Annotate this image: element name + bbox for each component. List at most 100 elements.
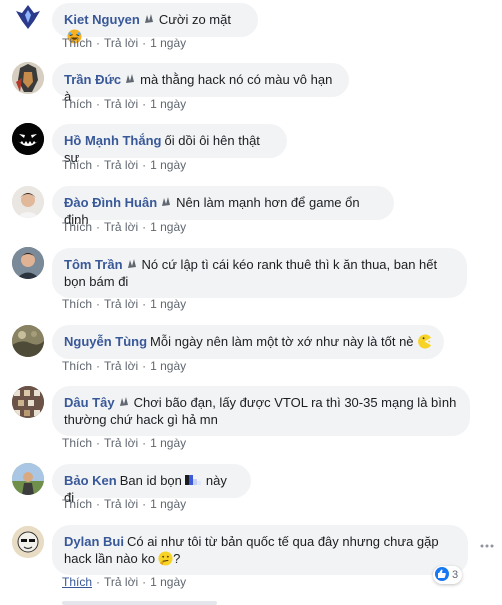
- comment-text: Nó cứ lập tì cái kéo rank thuê thì k ăn …: [141, 257, 438, 272]
- comment-bubble: Trần Đức mà thằng hack nó có màu vô hạn à: [52, 63, 349, 104]
- more-options-icon[interactable]: [480, 544, 494, 548]
- comment-time[interactable]: 1 ngày: [150, 97, 186, 111]
- separator: ·: [96, 36, 101, 50]
- like-link[interactable]: Thích: [62, 436, 92, 450]
- comment-actions: Thích · Trả lời · 1 ngày: [62, 97, 186, 111]
- separator: ·: [96, 359, 101, 373]
- separator: ·: [96, 297, 101, 311]
- reply-link[interactable]: Trả lời: [104, 575, 138, 589]
- reaction-count: 3: [452, 569, 459, 581]
- reply-link[interactable]: Trả lời: [104, 297, 138, 311]
- separator: ·: [96, 497, 101, 511]
- separator: ·: [96, 436, 101, 450]
- reply-link[interactable]: Trả lời: [104, 359, 138, 373]
- comment-bubble: Nguyễn Tùng Mỗi ngày nên làm một tờ xớ nh…: [52, 325, 444, 359]
- separator: ·: [142, 436, 147, 450]
- like-link[interactable]: Thích: [62, 220, 92, 234]
- comment-author-link[interactable]: Tôm Trần: [64, 257, 123, 272]
- fan-badge-icon: [119, 397, 128, 406]
- thinking-emoji-icon: [158, 551, 173, 566]
- comment-text: hack lần nào ko: [64, 551, 156, 566]
- comment-text: Có ai như tôi từ bản quốc tế qua đây như…: [126, 534, 439, 549]
- avatar[interactable]: [12, 123, 44, 155]
- reply-link[interactable]: Trả lời: [104, 36, 138, 50]
- avatar[interactable]: [12, 247, 44, 279]
- comment-actions: Thích · Trả lời · 1 ngày: [62, 359, 186, 373]
- comment-text: Mỗi ngày nên làm một tờ xớ như này là tố…: [150, 334, 414, 349]
- separator: ·: [142, 297, 147, 311]
- separator: ·: [142, 158, 147, 172]
- comment-time[interactable]: 1 ngày: [150, 436, 186, 450]
- reply-link[interactable]: Trả lời: [104, 220, 138, 234]
- comment-actions: Thích · Trả lời · 1 ngày: [62, 36, 186, 50]
- comment-bubble: Kiet Nguyen Cười zo mặt: [52, 3, 258, 44]
- comment-actions: Thích · Trả lời · 1 ngày: [62, 158, 186, 172]
- comment-actions: Thích · Trả lời · 1 ngày: [62, 220, 186, 234]
- comment-time[interactable]: 1 ngày: [150, 158, 186, 172]
- comment-author-link[interactable]: Trần Đức: [64, 72, 121, 87]
- separator: ·: [142, 220, 147, 234]
- comment-time[interactable]: 1 ngày: [150, 497, 186, 511]
- avatar[interactable]: [12, 62, 44, 94]
- reply-link[interactable]: Trả lời: [104, 497, 138, 511]
- like-link[interactable]: Thích: [62, 497, 92, 511]
- like-link[interactable]: Thích: [62, 297, 92, 311]
- like-link[interactable]: Thích: [62, 158, 92, 172]
- comment-text: thường chứ hack gì hả mn: [64, 412, 218, 427]
- comment-bubble: Bảo Ken Ban id bọn này đi: [52, 464, 251, 505]
- comment-author-link[interactable]: Nguyễn Tùng: [64, 334, 147, 349]
- reply-link[interactable]: Trả lời: [104, 158, 138, 172]
- comment-bubble: Tôm Trần Nó cứ lập tì cái kéo rank thuê t…: [52, 248, 467, 298]
- separator: ·: [142, 97, 147, 111]
- avatar[interactable]: [12, 386, 44, 418]
- avatar[interactable]: [12, 463, 44, 495]
- comment-text: Chơi bão đạn, lấy được VTOL ra thì 30-35…: [133, 395, 457, 410]
- comment-bubble: Dylan Bui Có ai như tôi từ bản quốc tế qu…: [52, 525, 468, 575]
- fan-badge-icon: [127, 259, 136, 268]
- comment-bubble: Đào Đình Huân Nên làm mạnh hơn để game ổn…: [52, 186, 394, 227]
- comment-author-link[interactable]: Dylan Bui: [64, 534, 124, 549]
- separator: ·: [96, 220, 101, 234]
- separator: ·: [142, 36, 147, 50]
- separator: ·: [142, 575, 147, 589]
- separator: ·: [142, 497, 147, 511]
- separator: ·: [96, 158, 101, 172]
- fan-badge-icon: [126, 74, 135, 83]
- separator: ·: [96, 575, 101, 589]
- like-link[interactable]: Thích: [62, 36, 92, 50]
- pacman-emoji-icon: [417, 334, 431, 349]
- avatar[interactable]: [12, 325, 44, 357]
- reaction-count-badge[interactable]: 3: [433, 566, 463, 584]
- comment-bubble: Dâu Tây Chơi bão đạn, lấy được VTOL ra th…: [52, 386, 470, 436]
- comment-author-link[interactable]: Bảo Ken: [64, 473, 117, 488]
- comment-time[interactable]: 1 ngày: [150, 297, 186, 311]
- comment-time[interactable]: 1 ngày: [150, 359, 186, 373]
- avatar[interactable]: [12, 1, 44, 33]
- comment-text: Ban id bọn: [119, 473, 182, 488]
- avatar[interactable]: [12, 186, 44, 218]
- comment-bubble: Hồ Mạnh Thắng ối dồi ôi hên thật sự: [52, 124, 287, 165]
- comment-text: ?: [173, 551, 181, 566]
- redacted-emoji-icon: [184, 475, 201, 485]
- comment-text: bọn bám đi: [64, 274, 129, 289]
- comment-text: Cười zo mặt: [158, 12, 231, 27]
- comment-actions: Thích · Trả lời · 1 ngày: [62, 497, 186, 511]
- next-comment-placeholder: [62, 601, 217, 605]
- comment-time[interactable]: 1 ngày: [150, 575, 186, 589]
- comment-author-link[interactable]: Đào Đình Huân: [64, 195, 157, 210]
- comment-time[interactable]: 1 ngày: [150, 220, 186, 234]
- avatar[interactable]: [12, 526, 44, 558]
- comment-author-link[interactable]: Dâu Tây: [64, 395, 115, 410]
- like-link[interactable]: Thích: [62, 97, 92, 111]
- comment-author-link[interactable]: Hồ Mạnh Thắng: [64, 133, 162, 148]
- comment-time[interactable]: 1 ngày: [150, 36, 186, 50]
- like-reaction-icon: [435, 567, 449, 581]
- separator: ·: [96, 97, 101, 111]
- comment-actions: Thích · Trả lời · 1 ngày: [62, 575, 186, 589]
- like-link[interactable]: Thích: [62, 575, 92, 589]
- like-link[interactable]: Thích: [62, 359, 92, 373]
- reply-link[interactable]: Trả lời: [104, 436, 138, 450]
- reply-link[interactable]: Trả lời: [104, 97, 138, 111]
- comment-author-link[interactable]: Kiet Nguyen: [64, 12, 140, 27]
- separator: ·: [142, 359, 147, 373]
